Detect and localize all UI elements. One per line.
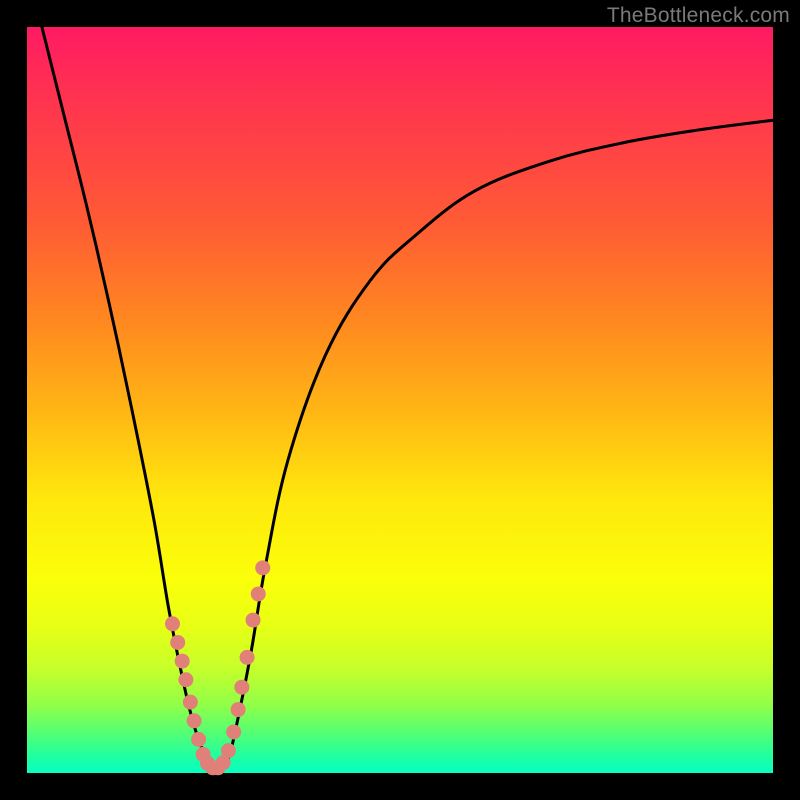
data-dot xyxy=(221,743,236,758)
data-dot xyxy=(251,586,266,601)
data-dot xyxy=(170,635,185,650)
data-dot xyxy=(231,702,246,717)
curve-layer xyxy=(42,27,773,771)
plot-area xyxy=(27,27,773,773)
chart-frame: TheBottleneck.com xyxy=(0,0,800,800)
watermark-text: TheBottleneck.com xyxy=(607,4,790,28)
data-dot xyxy=(246,613,261,628)
data-dot xyxy=(178,672,193,687)
data-dot xyxy=(240,650,255,665)
data-dot xyxy=(255,560,270,575)
bottleneck-curve xyxy=(42,27,773,771)
data-dot xyxy=(175,654,190,669)
data-dot xyxy=(191,732,206,747)
data-dot xyxy=(226,724,241,739)
dots-layer xyxy=(165,560,270,775)
data-dot xyxy=(183,695,198,710)
chart-svg xyxy=(27,27,773,773)
data-dot xyxy=(165,616,180,631)
data-dot xyxy=(234,680,249,695)
data-dot xyxy=(187,713,202,728)
